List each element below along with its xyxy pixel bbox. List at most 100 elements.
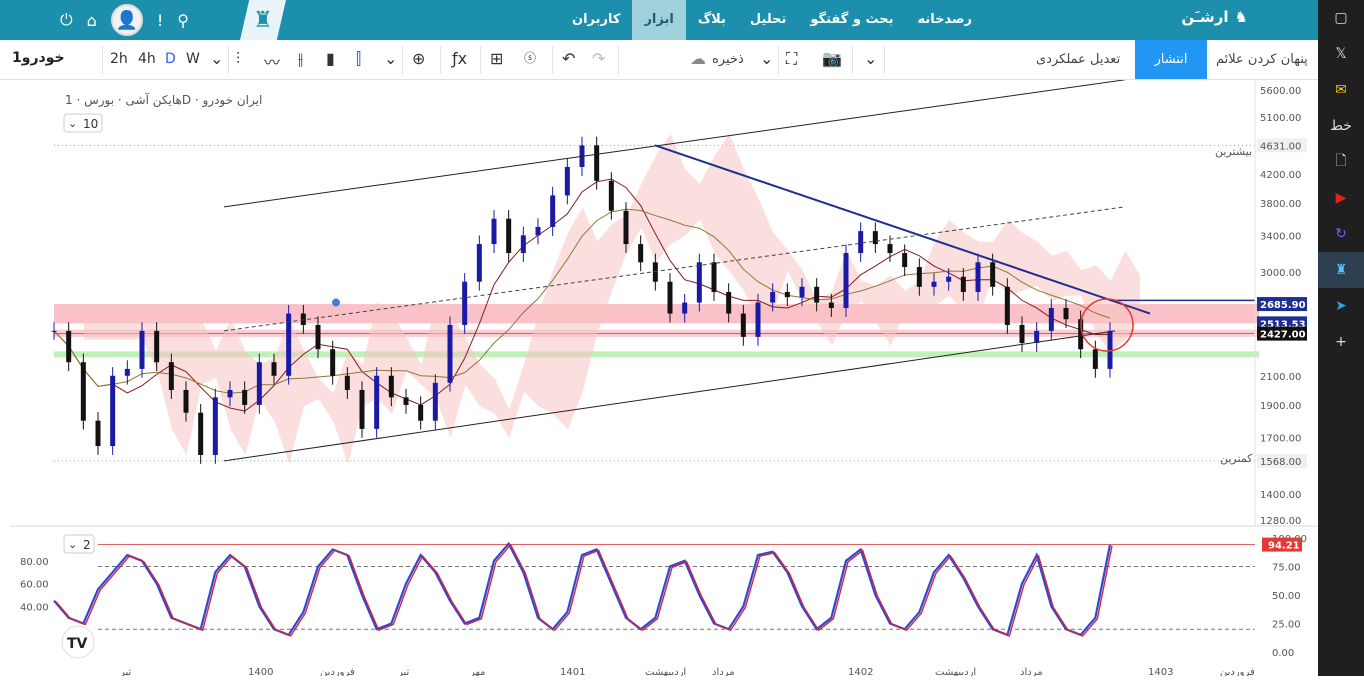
bar-chart-icon[interactable]: ⫶	[236, 49, 240, 69]
refresh-icon[interactable]: ↻	[1318, 216, 1364, 252]
chevron-down-icon[interactable]: ⌄	[384, 49, 397, 68]
brand[interactable]: ارشـَن ♞	[1181, 8, 1248, 26]
osc-axis-label: 25.00	[1272, 620, 1301, 631]
chevron-down-icon[interactable]: ⌄	[210, 49, 223, 68]
candlestick-icon[interactable]: ⫿	[356, 49, 361, 69]
candle-body	[212, 397, 218, 455]
chess-knight-icon: ♞	[1234, 8, 1248, 26]
time-axis-label: فروردین	[320, 667, 355, 676]
redo-icon[interactable]: ↷	[592, 49, 605, 68]
menu-item-tools[interactable]: ابزار	[632, 0, 686, 40]
candle-body	[432, 382, 438, 421]
chart-legend-title: هایکن آشی · بورس · 1D · ایران خودرو	[65, 92, 262, 108]
candle-body	[652, 262, 658, 282]
menu-item-blog[interactable]: بلاگ	[686, 0, 738, 40]
symbol-name[interactable]: خودرو1	[12, 50, 65, 66]
symbol-s-icon[interactable]: ⓢ	[524, 49, 536, 66]
price-axis-label: 3000.00	[1260, 268, 1301, 279]
chess-logo-icon[interactable]: ♜	[240, 0, 286, 40]
menu-item-observatory[interactable]: رصدخانه	[905, 0, 984, 40]
price-axis-label: 2685.90	[1260, 300, 1306, 311]
tf-2h[interactable]: 2h	[110, 51, 128, 67]
osc-left-axis-label: 60.00	[20, 580, 49, 591]
candle-body	[946, 276, 952, 282]
tf-w[interactable]: W	[186, 51, 200, 67]
candle-body	[975, 262, 981, 292]
candle-body	[80, 362, 86, 421]
price-axis-label: 3800.00	[1260, 199, 1301, 210]
candle-body	[300, 313, 306, 325]
time-axis-label: مرداد	[1020, 667, 1043, 676]
search-icon[interactable]: ⚲	[177, 11, 189, 30]
add-icon[interactable]: +	[1318, 324, 1364, 360]
candle-body	[594, 145, 600, 181]
alert-icon[interactable]: !	[157, 11, 163, 30]
candle-body	[711, 262, 717, 292]
undo-icon[interactable]: ↶	[562, 49, 575, 68]
candle-body	[931, 281, 937, 287]
fullscreen-icon[interactable]: ⛶	[786, 49, 797, 69]
candle-body	[740, 313, 746, 337]
font-icon[interactable]: خط	[1318, 108, 1364, 144]
osc-axis-label: 75.00	[1272, 563, 1301, 574]
osc-value-label: 94.21	[1268, 541, 1300, 552]
candle-body	[1092, 349, 1098, 369]
layout-icon[interactable]: ⊞	[490, 49, 503, 68]
tf-d[interactable]: D	[165, 51, 176, 67]
document-icon[interactable]: 🗋	[1318, 144, 1364, 180]
chevron-down-icon[interactable]: ⌄	[760, 49, 773, 68]
candle-body	[623, 210, 629, 245]
candle-body	[902, 253, 908, 268]
youtube-icon[interactable]: ▶	[1318, 180, 1364, 216]
scale-value: 10	[83, 117, 98, 131]
app-icon[interactable]: ♜	[1318, 252, 1364, 288]
candle-body	[183, 389, 189, 413]
candle-body	[154, 330, 160, 363]
performance-adjust-toggle[interactable]: تعدیل عملکردی	[1036, 52, 1120, 67]
candle-body	[315, 324, 321, 350]
candle-body	[447, 324, 453, 383]
window-icon[interactable]: ▢	[1318, 0, 1364, 36]
home-icon[interactable]: ⌂	[87, 11, 97, 30]
candle-body	[550, 195, 556, 227]
chart-area[interactable]: 5600.00 5100.00 4631.00 4200.00 3800.00 3400.…	[10, 79, 1318, 678]
telegram-icon[interactable]: ➤	[1318, 288, 1364, 324]
line-chart-icon[interactable]: 〰	[264, 49, 280, 73]
mail-icon[interactable]: ✉	[1318, 72, 1364, 108]
candle-body	[198, 412, 204, 455]
time-axis-label: مرداد	[712, 667, 735, 676]
time-axis-label: 1401	[560, 667, 585, 676]
time-axis-label: 1400	[248, 667, 273, 676]
candle-body	[696, 262, 702, 303]
avatar[interactable]: 👤	[110, 4, 143, 36]
time-axis-label: تیر	[397, 667, 410, 676]
candle-body	[682, 302, 688, 314]
publish-button[interactable]: انتشار	[1135, 40, 1207, 79]
function-icon[interactable]: ƒx	[452, 49, 467, 68]
brand-name: ارشـَن	[1181, 8, 1229, 26]
time-axis-label: مهر	[469, 667, 485, 676]
save-button[interactable]: ذخیره	[712, 52, 744, 67]
menu-item-analysis[interactable]: تحلیل	[738, 0, 798, 40]
menu-item-discussion[interactable]: بحث و گفتگو	[798, 0, 905, 40]
price-axis-label: 1568.00	[1260, 457, 1301, 468]
add-indicator-icon[interactable]: ⊕	[412, 49, 425, 68]
candle-body	[388, 375, 394, 398]
chevron-down-icon[interactable]: ⌄	[864, 49, 877, 68]
candle-body	[271, 362, 277, 376]
ohlc-icon[interactable]: ⫲	[298, 49, 303, 69]
camera-icon[interactable]: 📷	[822, 49, 842, 68]
price-axis-label: 4631.00	[1260, 141, 1301, 152]
tf-4h[interactable]: 4h	[138, 51, 156, 67]
candle-body	[95, 420, 101, 447]
price-chart-svg[interactable]: 5600.00 5100.00 4631.00 4200.00 3800.00 3400.…	[10, 79, 1318, 678]
candle-body	[1004, 286, 1010, 325]
column-icon[interactable]: ▮	[326, 49, 335, 68]
osc-axis-label: 50.00	[1272, 591, 1301, 602]
hide-marks-button[interactable]: پنهان کردن علائم	[1216, 52, 1308, 67]
x-icon[interactable]: 𝕏	[1318, 36, 1364, 72]
candle-body	[506, 218, 512, 254]
menu-item-users[interactable]: کاربران	[560, 0, 632, 40]
power-icon[interactable]: ⏻	[60, 10, 73, 30]
candle-body	[667, 281, 673, 314]
